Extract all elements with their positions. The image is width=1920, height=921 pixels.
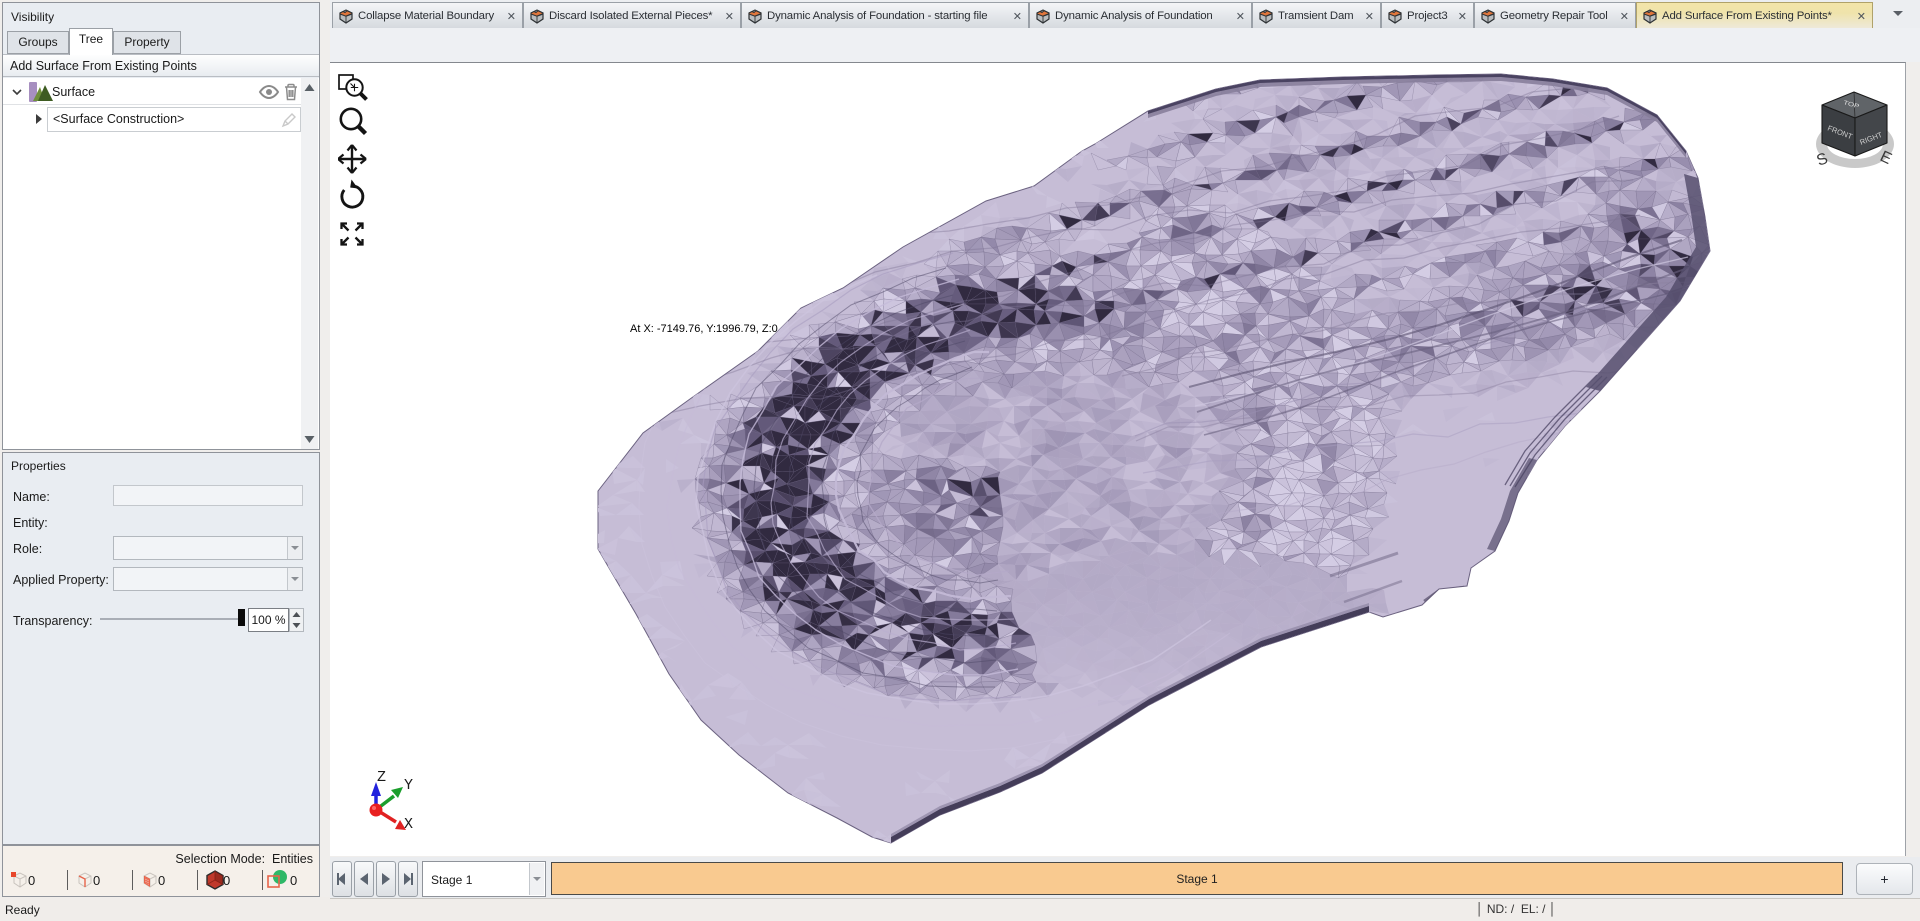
svg-text:Y: Y bbox=[404, 777, 413, 794]
svg-text:Z: Z bbox=[377, 769, 386, 786]
svg-text:X: X bbox=[404, 816, 413, 833]
